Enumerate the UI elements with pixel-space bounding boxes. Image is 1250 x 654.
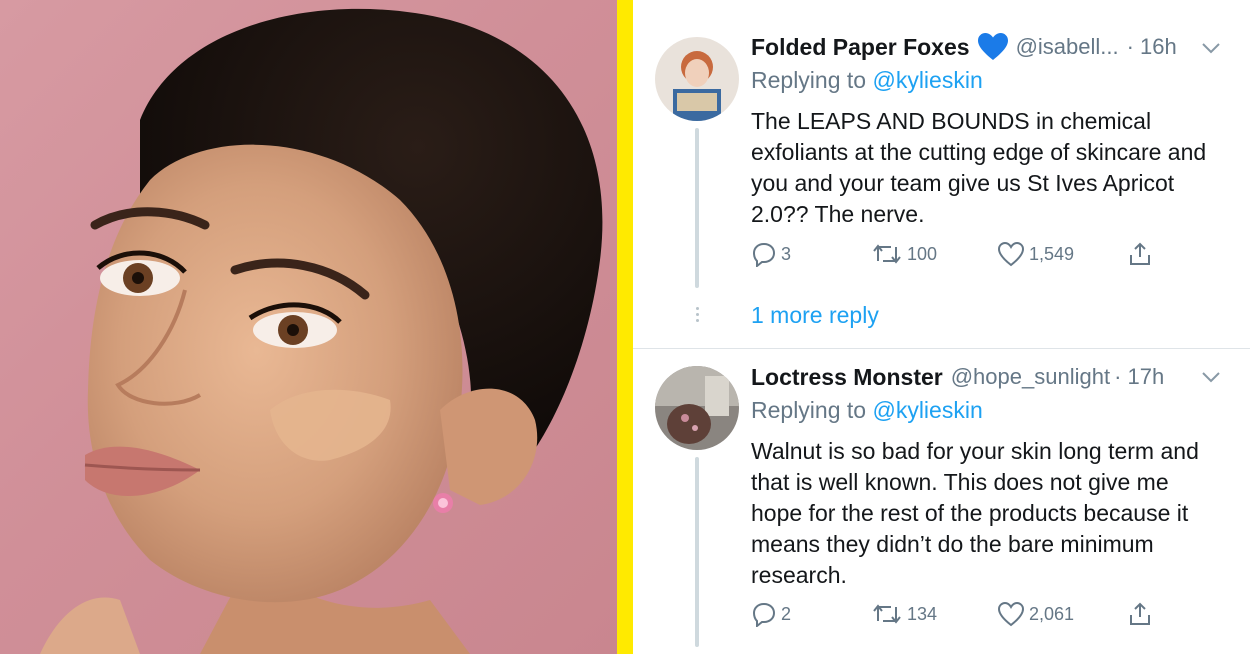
- display-name[interactable]: Folded Paper Foxes: [751, 34, 970, 61]
- replying-handle-link[interactable]: @kylieskin: [872, 397, 982, 423]
- tweet-2[interactable]: Loctress Monster @hope_sunlight · 17h Re…: [633, 349, 1250, 654]
- like-count: 1,549: [1029, 243, 1075, 264]
- reply-button[interactable]: 3: [751, 241, 791, 267]
- like-button[interactable]: 2,061: [997, 601, 1074, 627]
- more-replies-link[interactable]: 1 more reply: [751, 302, 879, 329]
- thread-line: [695, 457, 699, 647]
- like-count: 2,061: [1029, 603, 1075, 624]
- retweet-icon: [873, 604, 901, 624]
- retweet-button[interactable]: 100: [871, 241, 937, 267]
- timestamp[interactable]: · 16h: [1127, 34, 1177, 60]
- avatar[interactable]: [655, 366, 739, 450]
- reply-count: 2: [781, 603, 792, 624]
- tweet-actions: 2 134 2,061: [751, 601, 1181, 631]
- user-handle[interactable]: @isabell...: [1016, 34, 1119, 60]
- retweet-count: 134: [907, 603, 938, 624]
- retweet-count: 100: [907, 243, 938, 264]
- portrait-illustration: [40, 8, 603, 654]
- share-button[interactable]: [1127, 241, 1157, 267]
- retweet-icon: [873, 244, 901, 264]
- timestamp[interactable]: · 17h: [1114, 364, 1164, 390]
- portrait-photo: [0, 0, 617, 654]
- like-button[interactable]: 1,549: [997, 241, 1074, 267]
- tweet-actions: 3 100 1,549: [751, 241, 1181, 271]
- user-handle[interactable]: @hope_sunlight: [951, 364, 1110, 390]
- replying-handle-link[interactable]: @kylieskin: [872, 67, 982, 93]
- share-icon: [1130, 602, 1150, 625]
- replying-label: Replying to: [751, 397, 873, 423]
- replying-label: Replying to: [751, 67, 873, 93]
- reply-count: 3: [781, 243, 792, 264]
- chevron-down-icon[interactable]: [1200, 370, 1222, 384]
- reply-icon: [752, 242, 776, 267]
- display-name[interactable]: Loctress Monster: [751, 364, 943, 391]
- blue-heart-icon: [977, 33, 1008, 61]
- retweet-button[interactable]: 134: [871, 601, 937, 627]
- replying-to: Replying to @kylieskin: [751, 67, 983, 94]
- tweet-text: Walnut is so bad for your skin long term…: [751, 438, 1199, 588]
- reply-icon: [752, 602, 776, 627]
- heart-icon: [997, 601, 1025, 627]
- heart-icon: [997, 241, 1025, 267]
- share-icon: [1130, 242, 1150, 265]
- share-button[interactable]: [1127, 601, 1157, 627]
- avatar[interactable]: [655, 37, 739, 121]
- replying-to: Replying to @kylieskin: [751, 397, 983, 424]
- thread-line: [695, 128, 699, 288]
- reply-button[interactable]: 2: [751, 601, 791, 627]
- tweet-thread: Folded Paper Foxes @isabell... · 16h Rep…: [633, 0, 1250, 654]
- yellow-divider: [617, 0, 633, 654]
- tweet-1[interactable]: Folded Paper Foxes @isabell... · 16h Rep…: [633, 0, 1250, 350]
- chevron-down-icon[interactable]: [1200, 41, 1222, 55]
- tweet-text: The LEAPS AND BOUNDS in chemical exfolia…: [751, 108, 1207, 227]
- thread-dots: [693, 307, 701, 325]
